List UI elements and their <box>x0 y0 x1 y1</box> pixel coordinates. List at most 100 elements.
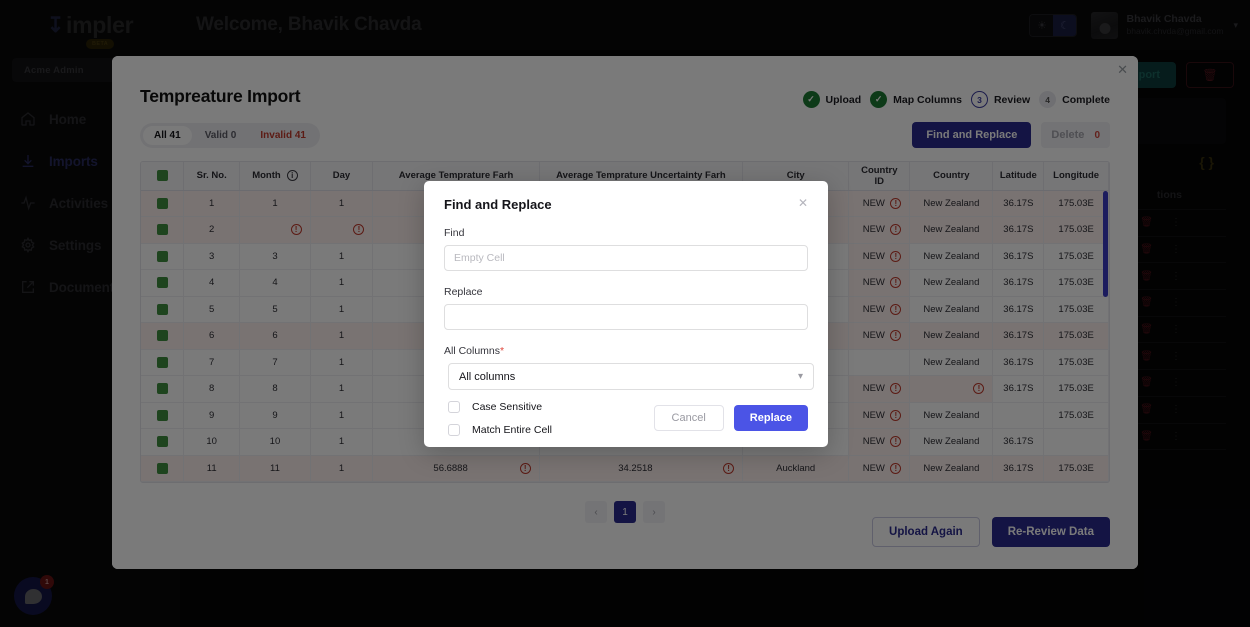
cell-month[interactable]: 8 <box>239 375 311 403</box>
filter-valid[interactable]: Valid 0 <box>194 126 248 145</box>
error-icon[interactable]: ! <box>890 462 902 474</box>
cell-latitude[interactable]: 36.17S <box>992 375 1045 403</box>
cell-country[interactable]: ! <box>909 375 994 403</box>
cell-latitude[interactable]: 36.17S <box>992 296 1045 323</box>
close-icon[interactable]: ✕ <box>798 197 808 209</box>
find-input[interactable] <box>444 245 808 271</box>
cell-day[interactable]: ! <box>310 216 374 244</box>
column-header-country[interactable]: Country <box>909 162 994 191</box>
row-select-checkbox[interactable] <box>141 190 184 217</box>
row-select-checkbox[interactable] <box>141 349 184 376</box>
pagination-page-1[interactable]: 1 <box>614 501 636 523</box>
cell-country[interactable]: New Zealand <box>909 296 994 323</box>
column-header-day[interactable]: Day <box>310 162 374 191</box>
cell-longitude[interactable] <box>1043 428 1109 456</box>
row-select-checkbox[interactable] <box>141 375 184 403</box>
find-and-replace-button[interactable]: Find and Replace <box>912 122 1032 148</box>
pagination-prev[interactable]: ‹ <box>585 501 607 523</box>
cell-latitude[interactable]: 36.17S <box>992 428 1045 456</box>
cell-day[interactable]: 1 <box>310 428 374 456</box>
filter-all[interactable]: All 41 <box>143 125 192 145</box>
step-complete[interactable]: 4 Complete <box>1039 91 1110 108</box>
cell-month[interactable]: 7 <box>239 349 311 376</box>
cell-month[interactable]: 11 <box>239 455 311 482</box>
cell-longitude[interactable]: 175.03E <box>1043 375 1109 403</box>
cell-month[interactable]: 3 <box>239 243 311 270</box>
replace-button[interactable]: Replace <box>733 405 808 431</box>
cell-sr-no[interactable]: 2 <box>183 216 241 244</box>
cell-day[interactable]: 1 <box>310 455 374 482</box>
error-icon[interactable]: ! <box>890 383 902 395</box>
error-icon[interactable]: ! <box>890 224 902 236</box>
step-review[interactable]: 3 Review <box>970 91 1030 108</box>
column-header-country-id[interactable]: Country ID <box>848 162 911 191</box>
cell-country-id[interactable]: NEW! <box>848 455 911 482</box>
delete-rows-button[interactable]: Delete 0 <box>1041 122 1110 148</box>
cell-month[interactable]: 5 <box>239 296 311 323</box>
error-icon[interactable]: ! <box>890 409 902 421</box>
replace-input[interactable] <box>444 304 808 330</box>
cell-country-id[interactable]: NEW! <box>848 190 911 217</box>
cell-latitude[interactable]: 36.17S <box>992 243 1045 270</box>
row-select-checkbox[interactable] <box>141 296 184 323</box>
cell-country-id[interactable]: NEW! <box>848 322 911 350</box>
error-icon[interactable]: ! <box>723 462 735 474</box>
cell-month[interactable]: 10 <box>239 428 311 456</box>
cell-latitude[interactable]: 36.17S <box>992 190 1045 217</box>
cell-sr-no[interactable]: 9 <box>183 402 241 429</box>
cell-month[interactable]: 9 <box>239 402 311 429</box>
cell-month[interactable]: 6 <box>239 322 311 350</box>
cell-longitude[interactable]: 175.03E <box>1043 296 1109 323</box>
step-map-columns[interactable]: ✓ Map Columns <box>870 91 962 108</box>
cell-sr-no[interactable]: 4 <box>183 269 241 297</box>
re-review-data-button[interactable]: Re-Review Data <box>991 517 1110 547</box>
cell-latitude[interactable]: 36.17S <box>992 216 1045 244</box>
error-icon[interactable]: ! <box>353 224 365 236</box>
row-select-checkbox[interactable] <box>141 269 184 297</box>
cell-latitude[interactable]: 36.17S <box>992 269 1045 297</box>
error-icon[interactable]: ! <box>890 330 902 342</box>
pagination-next[interactable]: › <box>643 501 665 523</box>
cell-month[interactable]: ! <box>239 216 311 244</box>
cell-sr-no[interactable]: 6 <box>183 322 241 350</box>
row-select-checkbox[interactable] <box>141 322 184 350</box>
cell-sr-no[interactable]: 7 <box>183 349 241 376</box>
cell-sr-no[interactable]: 11 <box>183 455 241 482</box>
vertical-scrollbar[interactable] <box>1103 191 1108 297</box>
error-icon[interactable]: ! <box>890 197 902 209</box>
row-select-checkbox[interactable] <box>141 216 184 244</box>
cell-day[interactable]: 1 <box>310 402 374 429</box>
row-select-checkbox[interactable] <box>141 243 184 270</box>
cell-latitude[interactable]: 36.17S <box>992 455 1045 482</box>
column-header-sr-no-[interactable]: Sr. No. <box>183 162 241 191</box>
row-select-checkbox[interactable] <box>141 455 184 482</box>
filter-invalid[interactable]: Invalid 41 <box>249 126 317 145</box>
cell-day[interactable]: 1 <box>310 296 374 323</box>
cell-day[interactable]: 1 <box>310 375 374 403</box>
cell-country-id[interactable]: NEW! <box>848 296 911 323</box>
column-header-longitude[interactable]: Longitude <box>1043 162 1109 191</box>
cell-day[interactable]: 1 <box>310 322 374 350</box>
cell-country-id[interactable] <box>848 349 911 376</box>
cell-longitude[interactable]: 175.03E <box>1043 322 1109 350</box>
cell-month[interactable]: 4 <box>239 269 311 297</box>
error-icon[interactable]: ! <box>890 303 902 315</box>
cell-longitude[interactable]: 175.03E <box>1043 269 1109 297</box>
cell-month[interactable]: 1 <box>239 190 311 217</box>
error-icon[interactable]: ! <box>890 250 902 262</box>
cell-latitude[interactable]: 36.17S <box>992 322 1045 350</box>
info-icon[interactable]: i <box>286 170 298 182</box>
cell-sr-no[interactable]: 8 <box>183 375 241 403</box>
cell-day[interactable]: 1 <box>310 243 374 270</box>
select-all-checkbox[interactable] <box>156 170 168 182</box>
cell-country-id[interactable]: NEW! <box>848 216 911 244</box>
row-select-checkbox[interactable] <box>141 402 184 429</box>
error-icon[interactable]: ! <box>973 383 985 395</box>
cell-sr-no[interactable]: 3 <box>183 243 241 270</box>
column-header-select[interactable] <box>141 162 184 191</box>
cell-longitude[interactable]: 175.03E <box>1043 216 1109 244</box>
cell-day[interactable]: 1 <box>310 349 374 376</box>
cell-country-id[interactable]: NEW! <box>848 375 911 403</box>
cell-average-temperature[interactable]: 56.6888! <box>372 455 540 482</box>
error-icon[interactable]: ! <box>519 462 531 474</box>
